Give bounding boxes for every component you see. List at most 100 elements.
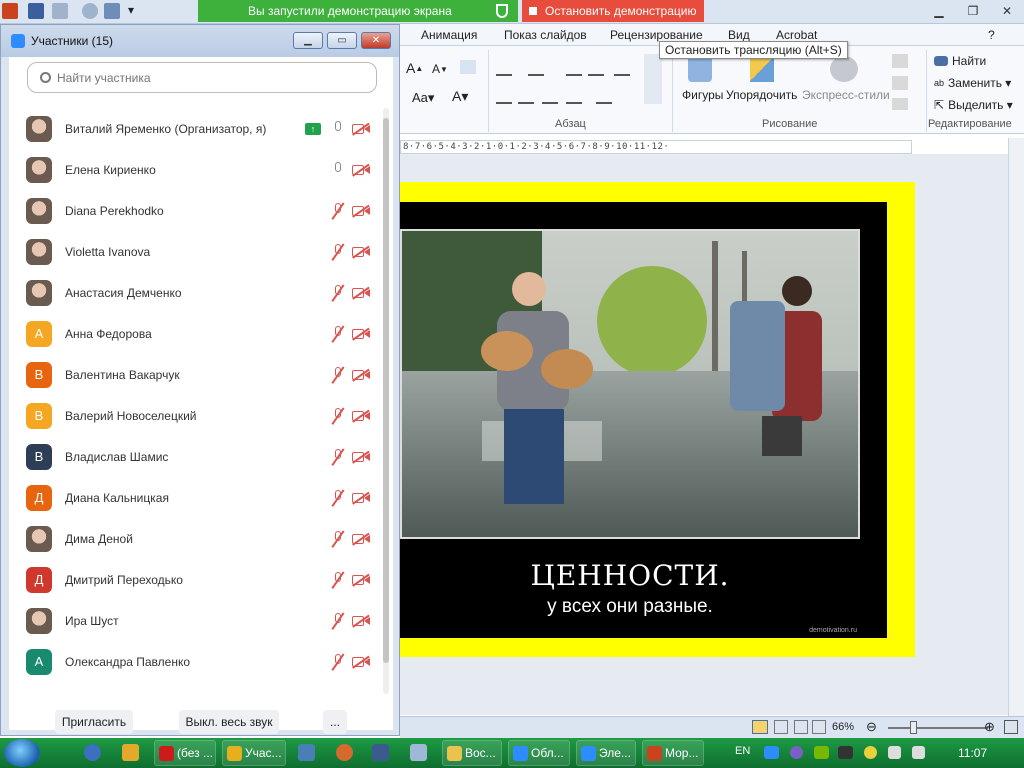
mic-icon[interactable] bbox=[331, 120, 345, 137]
tab-view[interactable]: Вид bbox=[728, 28, 750, 42]
shapes-button[interactable]: Фигуры bbox=[682, 88, 723, 102]
taskbar-window-button[interactable]: Мор... bbox=[642, 740, 704, 766]
close-button[interactable]: ✕ bbox=[990, 0, 1024, 22]
tray-icon[interactable] bbox=[864, 746, 877, 759]
mic-muted-icon[interactable] bbox=[331, 406, 345, 425]
video-off-icon[interactable] bbox=[352, 368, 370, 381]
participant-search-input[interactable] bbox=[57, 70, 357, 85]
select-button[interactable]: ⇱ Выделить ▾ bbox=[934, 98, 1013, 112]
calculator-icon[interactable] bbox=[410, 744, 427, 761]
align-right-icon[interactable] bbox=[542, 92, 558, 104]
slide-editing-area[interactable]: ЦЕННОСТИ. у всех они разные. demotivatio… bbox=[400, 154, 1008, 715]
zoom-tray-icon[interactable] bbox=[764, 746, 779, 759]
shrink-font-icon[interactable]: A ▼ bbox=[432, 62, 448, 76]
mic-muted-icon[interactable] bbox=[331, 488, 345, 507]
app-icon[interactable] bbox=[298, 744, 315, 761]
slide-sorter-icon[interactable] bbox=[774, 720, 788, 734]
mic-muted-icon[interactable] bbox=[331, 201, 345, 220]
mic-icon[interactable] bbox=[331, 161, 345, 178]
participants-scrollbar[interactable] bbox=[383, 108, 389, 694]
participant-row[interactable]: А Анна Федорова bbox=[9, 313, 381, 354]
mic-muted-icon[interactable] bbox=[331, 570, 345, 589]
columns-icon[interactable] bbox=[596, 92, 612, 104]
mic-muted-icon[interactable] bbox=[331, 365, 345, 384]
app-icon[interactable] bbox=[336, 744, 353, 761]
clear-format-icon[interactable] bbox=[460, 60, 476, 74]
font-color-icon[interactable]: A▾ bbox=[452, 88, 468, 105]
participant-row[interactable]: Дима Деной bbox=[9, 518, 381, 559]
mic-muted-icon[interactable] bbox=[331, 529, 345, 548]
replace-button[interactable]: ab Заменить ▾ bbox=[934, 76, 1011, 90]
minimize-button[interactable]: ▁ bbox=[922, 0, 956, 22]
participant-row[interactable]: Анастасия Демченко bbox=[9, 272, 381, 313]
mic-muted-icon[interactable] bbox=[331, 242, 345, 261]
stop-share-button[interactable]: Остановить демонстрацию bbox=[522, 0, 704, 22]
arrange-icon[interactable] bbox=[750, 56, 774, 82]
participant-row[interactable]: Ира Шуст bbox=[9, 600, 381, 641]
video-off-icon[interactable] bbox=[352, 245, 370, 258]
video-off-icon[interactable] bbox=[352, 655, 370, 668]
panel-maximize-button[interactable]: ▭ bbox=[327, 32, 357, 49]
video-off-icon[interactable] bbox=[352, 450, 370, 463]
video-off-icon[interactable] bbox=[352, 491, 370, 504]
start-button[interactable] bbox=[4, 739, 40, 767]
taskbar-window-button[interactable]: Эле... bbox=[576, 740, 636, 766]
justify-icon[interactable] bbox=[566, 92, 582, 104]
zoom-slider[interactable] bbox=[888, 727, 988, 729]
mic-muted-icon[interactable] bbox=[331, 652, 345, 671]
save-icon[interactable] bbox=[28, 3, 44, 19]
volume-icon[interactable] bbox=[888, 746, 901, 759]
participant-row[interactable]: Д Диана Кальницкая bbox=[9, 477, 381, 518]
clock[interactable]: 11:07 bbox=[958, 746, 987, 760]
bullets-icon[interactable] bbox=[496, 64, 512, 76]
normal-view-icon[interactable] bbox=[752, 720, 768, 734]
participant-row[interactable]: В Владислав Шамис bbox=[9, 436, 381, 477]
taskbar-window-button[interactable]: Вос... bbox=[442, 740, 502, 766]
media-player-icon[interactable] bbox=[122, 744, 139, 761]
decrease-indent-icon[interactable] bbox=[566, 64, 582, 76]
quicklaunch-icon[interactable] bbox=[84, 744, 101, 761]
quick-styles-button[interactable]: Экспресс-стили bbox=[802, 88, 890, 102]
mic-muted-icon[interactable] bbox=[331, 283, 345, 302]
taskbar-window-button[interactable]: Обл... bbox=[508, 740, 570, 766]
zoom-in-icon[interactable]: ⊕ bbox=[984, 719, 995, 735]
customize-toolbar-icon[interactable]: ▾ bbox=[128, 3, 136, 19]
language-indicator[interactable]: EN bbox=[735, 745, 750, 757]
shape-fill-icon[interactable] bbox=[892, 54, 908, 68]
invite-button[interactable]: Пригласить bbox=[55, 710, 133, 734]
align-left-icon[interactable] bbox=[496, 92, 512, 104]
participant-row[interactable]: Елена Кириенко bbox=[9, 149, 381, 190]
participant-search[interactable] bbox=[27, 62, 377, 93]
vertical-scrollbar[interactable] bbox=[1008, 138, 1024, 716]
taskbar-window-button[interactable]: (без ... bbox=[154, 740, 216, 766]
tab-acrobat[interactable]: Acrobat bbox=[776, 28, 817, 42]
app-icon[interactable] bbox=[372, 744, 389, 761]
participant-row[interactable]: Виталий Яременко (Организатор, я) ↑ bbox=[9, 108, 381, 149]
change-case-icon[interactable]: Aa▾ bbox=[412, 90, 434, 106]
line-spacing-icon[interactable] bbox=[614, 64, 630, 76]
participant-row[interactable]: А Олександра Павленко bbox=[9, 641, 381, 682]
tray-icon[interactable] bbox=[838, 746, 853, 759]
maximize-button[interactable]: ❐ bbox=[956, 0, 990, 22]
shape-outline-icon[interactable] bbox=[892, 76, 908, 90]
quick-styles-icon[interactable] bbox=[830, 56, 858, 82]
participant-row[interactable]: В Валерий Новоселецкий bbox=[9, 395, 381, 436]
participant-row[interactable]: В Валентина Вакарчук bbox=[9, 354, 381, 395]
arrange-button[interactable]: Упорядочить bbox=[726, 88, 797, 102]
nvidia-tray-icon[interactable] bbox=[814, 746, 829, 759]
video-off-icon[interactable] bbox=[352, 286, 370, 299]
mic-muted-icon[interactable] bbox=[331, 611, 345, 630]
video-off-icon[interactable] bbox=[352, 327, 370, 340]
participant-row[interactable]: Violetta Ivanova bbox=[9, 231, 381, 272]
zoom-level[interactable]: 66% bbox=[832, 721, 854, 733]
more-options-button[interactable]: ... bbox=[323, 710, 347, 734]
slide[interactable]: ЦЕННОСТИ. у всех они разные. demotivatio… bbox=[400, 182, 915, 657]
help-icon[interactable]: ? bbox=[988, 28, 995, 42]
network-icon[interactable] bbox=[912, 746, 925, 759]
participant-row[interactable]: Д Дмитрий Переходько bbox=[9, 559, 381, 600]
participant-row[interactable]: Diana Perekhodko bbox=[9, 190, 381, 231]
video-off-icon[interactable] bbox=[352, 532, 370, 545]
tab-review[interactable]: Рецензирование bbox=[610, 28, 703, 42]
shapes-icon[interactable] bbox=[688, 56, 712, 82]
mic-muted-icon[interactable] bbox=[331, 324, 345, 343]
